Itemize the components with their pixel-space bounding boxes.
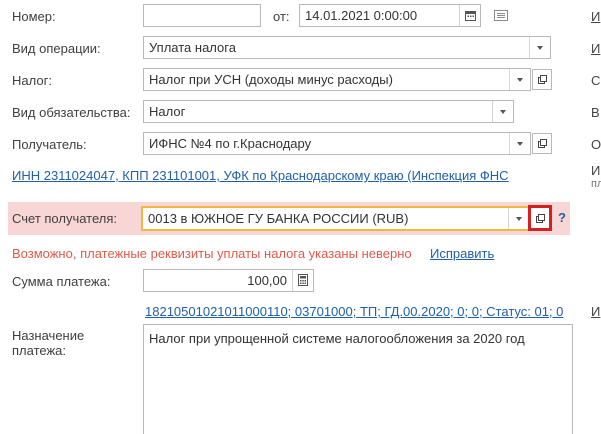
- open-form-icon: [538, 75, 547, 84]
- amount-label: Сумма платежа:: [12, 274, 111, 289]
- recipient-open-button[interactable]: [532, 133, 552, 154]
- recipient-account-dropdown-button[interactable]: [508, 208, 529, 229]
- obligation-label: Вид обязательства:: [12, 105, 131, 120]
- calendar-icon: [465, 11, 476, 21]
- number-input[interactable]: [143, 4, 261, 27]
- recipient-select[interactable]: ИФНС №4 по г.Краснодару: [143, 132, 531, 155]
- purpose-textarea[interactable]: Налог при упрощенной системе налогооблож…: [143, 324, 573, 434]
- tax-label: Налог:: [12, 73, 52, 88]
- right-column-item: С: [591, 73, 601, 88]
- obligation-dropdown-button[interactable]: [492, 101, 513, 122]
- tax-select[interactable]: Налог при УСН (доходы минус расходы): [143, 68, 531, 91]
- calculator-button[interactable]: [292, 270, 313, 291]
- right-column-item[interactable]: И: [591, 304, 600, 319]
- calendar-button[interactable]: [459, 5, 480, 26]
- number-label: Номер:: [12, 9, 56, 24]
- amount-input[interactable]: 100,00: [143, 269, 314, 292]
- right-column-item: О: [591, 137, 601, 152]
- calculator-icon: [298, 274, 308, 286]
- purpose-label-line2: платежа:: [12, 343, 66, 358]
- operation-select[interactable]: Уплата налога: [143, 36, 551, 59]
- recipient-account-label: Счет получателя:: [12, 211, 118, 226]
- obligation-select[interactable]: Налог: [143, 100, 514, 123]
- recipient-label: Получатель:: [12, 137, 87, 152]
- date-from-label: от:: [273, 9, 290, 24]
- recipient-dropdown-button[interactable]: [509, 133, 530, 154]
- comment-icon[interactable]: [494, 10, 508, 21]
- operation-label: Вид операции:: [12, 41, 101, 56]
- right-column-item[interactable]: И: [591, 41, 600, 56]
- budget-details-link[interactable]: 18210501021011000110; 03701000; ТП; ГД.0…: [145, 304, 563, 319]
- right-column-item: В: [591, 105, 600, 120]
- date-input[interactable]: 14.01.2021 0:00:00: [299, 4, 481, 27]
- right-column-item: И: [591, 163, 601, 178]
- purpose-label-line1: Назначение: [12, 328, 85, 343]
- tax-dropdown-button[interactable]: [509, 69, 530, 90]
- open-form-icon: [538, 139, 547, 148]
- open-form-icon: [536, 214, 545, 223]
- warning-text: Возможно, платежные реквизиты уплаты нал…: [12, 246, 412, 261]
- help-icon[interactable]: ?: [558, 210, 566, 225]
- recipient-details-link[interactable]: ИНН 2311024047, КПП 231101001, УФК по Кр…: [12, 168, 550, 183]
- operation-dropdown-button[interactable]: [529, 37, 550, 58]
- right-column-item: пл: [591, 178, 601, 190]
- tax-open-button[interactable]: [532, 69, 552, 90]
- fix-link[interactable]: Исправить: [430, 246, 494, 261]
- recipient-account-select[interactable]: 0013 в ЮЖНОЕ ГУ БАНКА РОССИИ (RUB): [141, 206, 531, 231]
- right-column-item[interactable]: И: [591, 9, 600, 24]
- recipient-account-open-button[interactable]: [528, 205, 552, 231]
